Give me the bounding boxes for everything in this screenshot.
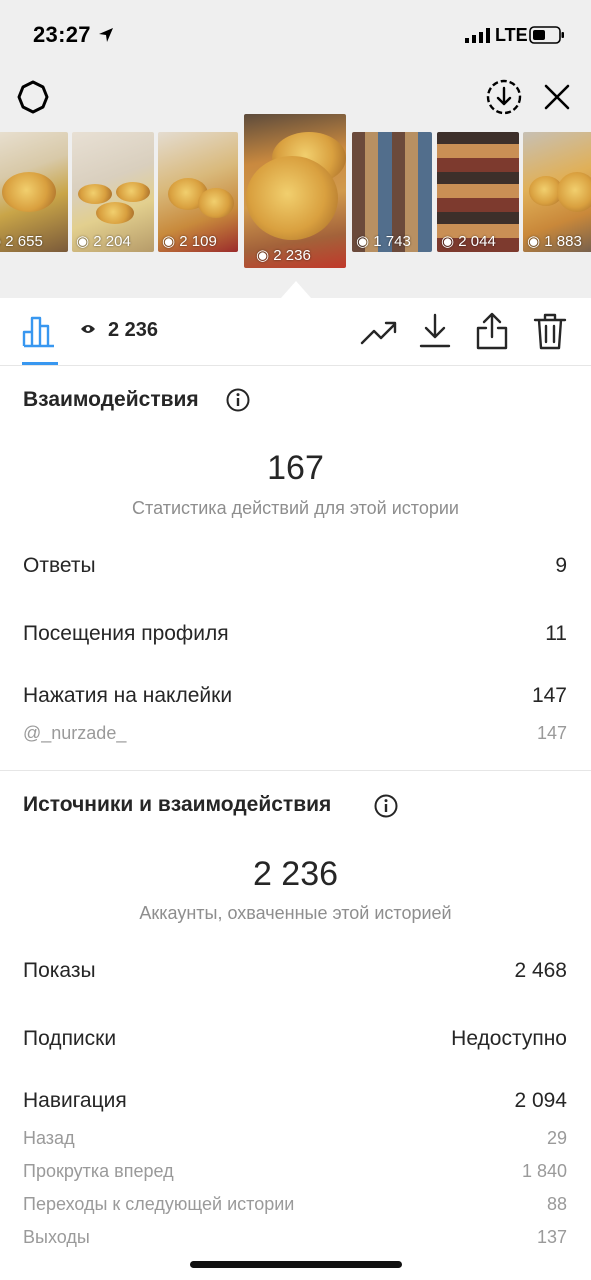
navigation-label: Навигация <box>23 1089 127 1112</box>
thumbnail-view-count: ◉ 1 743 <box>356 233 411 250</box>
replies-label: Ответы <box>23 554 96 577</box>
trash-icon[interactable] <box>532 312 568 350</box>
network-type: LTE <box>495 25 528 45</box>
food-image <box>198 188 234 218</box>
trend-icon[interactable] <box>360 315 398 347</box>
sticker-mention-value: 147 <box>536 723 567 743</box>
thumbnail-views: 2 655 <box>5 233 43 250</box>
impressions-label: Показы <box>23 959 96 982</box>
eye-icon <box>81 325 95 333</box>
next-story-value: 88 <box>546 1194 567 1214</box>
replies-value: 9 <box>555 554 567 577</box>
story-thumbnail[interactable]: ◉ 2 044 <box>437 132 519 252</box>
sticker-mention-label: @_nurzade_ <box>23 723 127 743</box>
selected-pointer <box>281 281 311 298</box>
thumbnail-views: 2 236 <box>273 247 311 264</box>
thumbnail-view-count: ◉ 2 655 <box>0 232 43 250</box>
thumbnail-views: 1 743 <box>373 233 411 250</box>
story-thumbnail-selected[interactable]: ◉ 2 236 <box>244 114 346 268</box>
story-thumbnail[interactable]: ◉ 2 655 <box>0 132 68 252</box>
close-icon[interactable] <box>540 80 574 114</box>
section-divider <box>0 770 591 771</box>
thumbnail-view-count: ◉ 2 236 <box>256 247 311 264</box>
story-thumbnail[interactable]: ◉ 2 109 <box>158 132 238 252</box>
interactions-caption: Статистика действий для этой истории <box>132 498 459 518</box>
food-image <box>557 172 591 212</box>
bar-chart-icon[interactable] <box>22 312 58 348</box>
story-thumbnail[interactable]: ◉ 1 743 <box>352 132 432 252</box>
food-image <box>78 184 112 204</box>
exits-label: Выходы <box>23 1227 90 1247</box>
discovery-title: Источники и взаимодействия <box>23 793 332 816</box>
thumbnail-view-count: ◉ 2 044 <box>441 233 496 250</box>
share-icon[interactable] <box>474 311 510 351</box>
active-tab-indicator <box>22 362 58 365</box>
battery-icon <box>529 26 564 44</box>
sticker-taps-value: 147 <box>531 684 567 707</box>
reach-caption: Аккаунты, охваченные этой историей <box>139 903 452 923</box>
thumbnail-view-count: ◉ 2 109 <box>162 233 217 250</box>
exits-value: 137 <box>536 1227 567 1247</box>
profile-visits-value: 11 <box>545 622 567 645</box>
food-image <box>116 182 150 202</box>
follows-value: Недоступно <box>451 1027 567 1050</box>
back-value: 29 <box>546 1128 567 1148</box>
thumbnail-views: 2 044 <box>458 233 496 250</box>
follows-label: Подписки <box>23 1027 117 1050</box>
thumbnail-view-count: ◉ 2 204 <box>76 233 131 250</box>
download-icon[interactable] <box>418 312 452 350</box>
home-indicator[interactable] <box>190 1261 402 1268</box>
thumbnail-views: 1 883 <box>544 233 582 250</box>
story-thumbnail[interactable]: ◉ 2 204 <box>72 132 154 252</box>
profile-visits-label: Посещения профиля <box>23 622 229 645</box>
interactions-total: 167 <box>267 449 324 487</box>
insights-tab-bar: 2 236 <box>0 298 591 366</box>
food-image <box>246 156 338 240</box>
gear-icon[interactable] <box>14 78 52 116</box>
food-image <box>96 202 134 224</box>
navigation-value: 2 094 <box>514 1089 567 1112</box>
interactions-title: Взаимодействия <box>23 388 199 411</box>
info-icon[interactable] <box>226 388 250 412</box>
thumbnail-views: 2 204 <box>93 233 131 250</box>
impressions-value: 2 468 <box>514 959 567 982</box>
thumbnail-view-count: ◉ 1 883 <box>527 233 582 250</box>
story-thumbnail[interactable]: ◉ 1 883 <box>523 132 591 252</box>
reach-total: 2 236 <box>252 855 339 893</box>
thumbnail-views: 2 109 <box>179 233 217 250</box>
signal-icon <box>465 28 490 43</box>
forward-value: 1 840 <box>521 1161 567 1181</box>
next-story-label: Переходы к следующей истории <box>23 1194 295 1214</box>
food-image <box>2 172 56 212</box>
sticker-taps-label: Нажатия на наклейки <box>23 684 233 707</box>
back-label: Назад <box>23 1128 75 1148</box>
forward-label: Прокрутка вперед <box>23 1161 174 1181</box>
save-icon[interactable] <box>485 78 523 116</box>
story-thumbnail-strip[interactable]: ◉ 2 655 ◉ 2 204 ◉ 2 109 ◉ 2 236 ◉ 1 743 … <box>0 114 591 298</box>
status-bar: 23:27 LTE <box>0 0 591 70</box>
location-arrow-icon <box>99 28 113 42</box>
info-icon[interactable] <box>374 794 398 818</box>
story-view-count: 2 236 <box>108 319 159 341</box>
status-time: 23:27 <box>33 22 91 47</box>
